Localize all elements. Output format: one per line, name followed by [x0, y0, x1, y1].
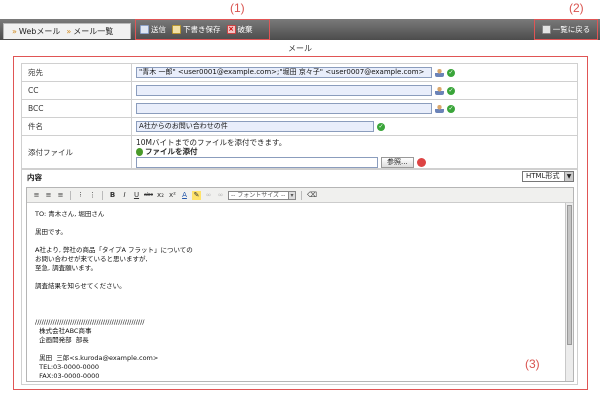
cc-label: CC — [21, 81, 132, 100]
page-title: メール — [288, 44, 312, 53]
to-cell: "青木 一郎" <user0001@example.com>;"堀田 京々子" … — [131, 63, 578, 82]
remove-file-icon[interactable] — [416, 157, 426, 167]
annotation-1: (1) — [230, 1, 245, 15]
paperclip-icon — [136, 147, 143, 156]
align-center-icon[interactable]: ≡ — [44, 191, 53, 200]
save-draft-button[interactable]: 下書き保存 — [172, 24, 221, 35]
underline-icon[interactable]: U — [132, 191, 141, 200]
eraser-icon[interactable]: ⌫ — [307, 191, 317, 200]
compose-form: 宛先 "青木 一郎" <user0001@example.com>;"堀田 京々… — [21, 63, 578, 170]
subject-cell: A社からのお問い合わせの件 ✓ — [131, 117, 578, 136]
file-input[interactable] — [136, 156, 378, 168]
numbered-list-icon[interactable]: ⋮ — [88, 191, 97, 200]
bcc-cell: ✓ — [131, 99, 578, 118]
check-icon[interactable]: ✓ — [447, 104, 455, 113]
format-select[interactable]: HTML形式 ▼ — [522, 171, 574, 182]
address-book-icon[interactable] — [435, 68, 444, 77]
subject-label: 件名 — [21, 117, 132, 136]
content-section: 内容 HTML形式 ▼ ≡ ≡ ≡ ⁝ ⋮ B I U abc x₂ x² A … — [21, 168, 578, 385]
text-color-icon[interactable]: A — [180, 191, 189, 200]
font-size-select-value: -- フォントサイズ -- — [231, 191, 286, 199]
to-label: 宛先 — [21, 63, 132, 82]
discard-icon: × — [226, 25, 236, 34]
editor-toolbar: ≡ ≡ ≡ ⁝ ⋮ B I U abc x₂ x² A ✎ ∞ ∞ -- フォン… — [27, 188, 573, 203]
strikethrough-icon[interactable]: abc — [144, 191, 153, 200]
unlink-icon[interactable]: ∞ — [216, 191, 225, 200]
back-to-list-button[interactable]: 一覧に戻る — [541, 24, 591, 35]
check-icon[interactable]: ✓ — [377, 122, 385, 131]
back-to-list-label: 一覧に戻る — [552, 25, 591, 34]
send-button[interactable]: 送信 — [140, 24, 166, 35]
breadcrumb-arrow-icon: » — [12, 27, 17, 36]
save-draft-label: 下書き保存 — [183, 25, 221, 34]
format-select-value: HTML形式 — [526, 172, 560, 180]
subject-input[interactable]: A社からのお問い合わせの件 — [136, 121, 374, 132]
annotation-2: (2) — [569, 1, 584, 15]
align-right-icon[interactable]: ≡ — [56, 191, 65, 200]
attach-file-label: ファイルを添付 — [145, 146, 198, 156]
compose-panel: 宛先 "青木 一郎" <user0001@example.com>;"堀田 京々… — [13, 56, 588, 390]
action-group: 送信 下書き保存 × 破棄 — [135, 19, 270, 40]
bcc-input[interactable] — [136, 103, 432, 114]
font-size-select[interactable]: -- フォントサイズ -- ▾ — [228, 190, 296, 200]
bcc-label: BCC — [21, 99, 132, 118]
check-icon[interactable]: ✓ — [447, 68, 455, 77]
breadcrumb-webmail[interactable]: Webメール — [19, 26, 60, 37]
rich-text-editor[interactable]: ≡ ≡ ≡ ⁝ ⋮ B I U abc x₂ x² A ✎ ∞ ∞ -- フォン… — [26, 187, 574, 382]
to-input[interactable]: "青木 一郎" <user0001@example.com>;"堀田 京々子" … — [136, 67, 432, 78]
annotation-3: (3) — [525, 357, 540, 371]
discard-label: 破棄 — [237, 25, 253, 34]
save-draft-icon — [172, 25, 181, 34]
attach-label: 添付ファイル — [21, 135, 132, 170]
subscript-icon[interactable]: x₂ — [156, 191, 165, 200]
cc-input[interactable] — [136, 85, 432, 96]
superscript-icon[interactable]: x² — [168, 191, 177, 200]
back-group: 一覧に戻る — [534, 19, 598, 40]
attach-file-link[interactable]: ファイルを添付 — [136, 147, 573, 157]
send-icon — [140, 25, 149, 34]
italic-icon[interactable]: I — [120, 191, 129, 200]
attach-cell: 10Mバイトまでのファイルを添付できます。 ファイルを添付 参照... — [131, 135, 578, 170]
address-book-icon[interactable] — [435, 86, 444, 95]
breadcrumb-mail-list[interactable]: メール一覧 — [73, 26, 113, 37]
align-left-icon[interactable]: ≡ — [32, 191, 41, 200]
highlight-icon[interactable]: ✎ — [192, 190, 201, 200]
chevron-down-icon: ▾ — [288, 191, 295, 199]
bullet-list-icon[interactable]: ⁝ — [76, 191, 85, 200]
check-icon[interactable]: ✓ — [447, 86, 455, 95]
content-label: 内容 — [27, 173, 42, 182]
breadcrumb-arrow-icon: » — [66, 27, 72, 36]
send-label: 送信 — [151, 25, 166, 34]
attach-note: 10Mバイトまでのファイルを添付できます。 — [136, 137, 287, 147]
bold-icon[interactable]: B — [108, 191, 117, 200]
scrollbar-thumb[interactable] — [567, 205, 572, 345]
link-icon[interactable]: ∞ — [204, 191, 213, 200]
chevron-down-icon: ▼ — [564, 172, 573, 181]
mail-body-text[interactable]: TO: 青木さん, 堀田さん 黒田です。 A社より, 弊社の商品「タイプA フラ… — [35, 210, 555, 381]
cc-cell: ✓ — [131, 81, 578, 100]
editor-scrollbar[interactable] — [565, 203, 573, 381]
discard-button[interactable]: × 破棄 — [226, 24, 253, 35]
address-book-icon[interactable] — [435, 104, 444, 113]
breadcrumb: » Webメール » メール一覧 — [3, 23, 131, 39]
browse-button[interactable]: 参照... — [381, 156, 414, 168]
list-icon — [541, 25, 551, 34]
